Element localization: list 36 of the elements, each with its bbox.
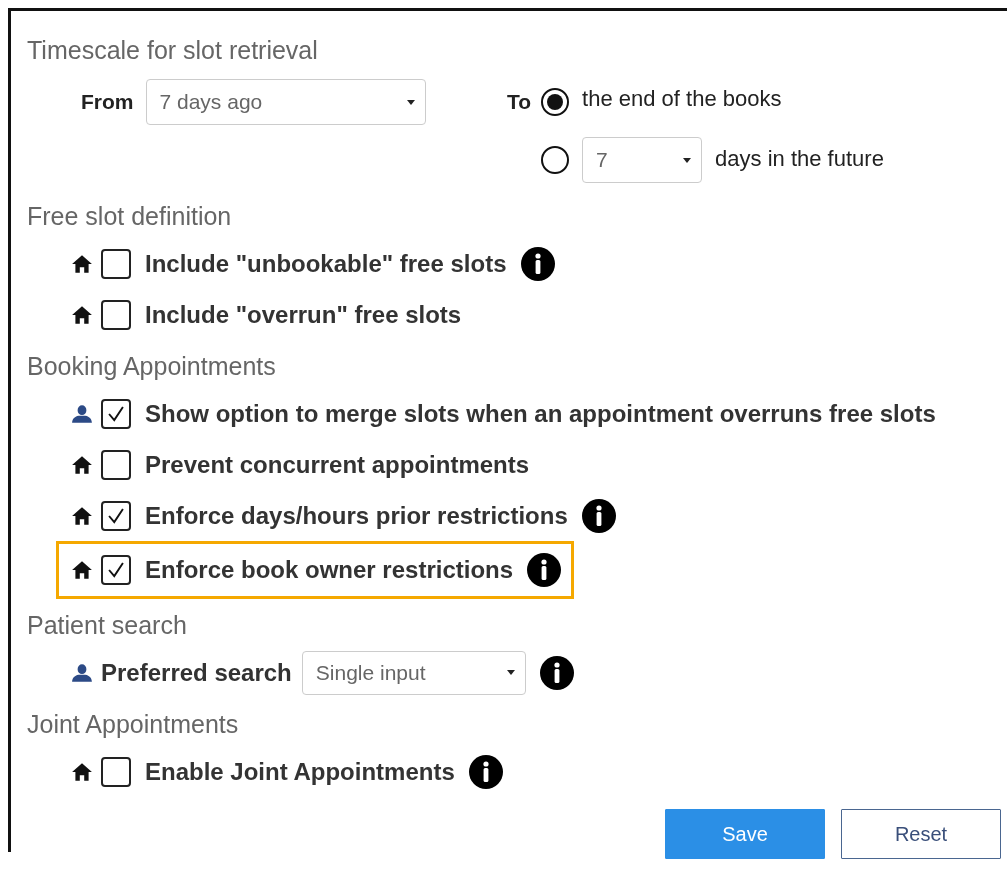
days-dropdown[interactable]: 7	[582, 137, 703, 183]
checkbox[interactable]	[101, 449, 131, 480]
option-label: Include "unbookable" free slots	[145, 249, 507, 278]
checkbox[interactable]	[101, 756, 131, 787]
info-icon[interactable]	[527, 553, 562, 587]
checkbox[interactable]	[101, 299, 131, 330]
from-label: From	[81, 90, 134, 114]
reset-button[interactable]: Reset	[841, 809, 1001, 859]
to-label: To	[507, 89, 532, 115]
info-icon[interactable]	[539, 655, 574, 690]
option-label: Enforce book owner restrictions	[145, 556, 514, 584]
section-heading: Patient search	[27, 610, 188, 641]
section-heading: Booking Appointments	[27, 351, 277, 382]
search-dropdown[interactable]: Single input	[301, 650, 526, 695]
option-label: Enforce days/hours prior restrictions	[145, 501, 568, 530]
radio-button[interactable]	[541, 88, 570, 116]
checkbox[interactable]	[101, 248, 131, 279]
option-label: Preferred search	[101, 658, 292, 687]
checkbox[interactable]	[101, 500, 131, 531]
dropdown-suffix: days in the future	[715, 145, 884, 172]
radio-button[interactable]	[541, 146, 570, 174]
checkbox[interactable]	[101, 398, 131, 429]
checkbox[interactable]	[101, 555, 131, 585]
radio-label: the end of the books	[582, 85, 782, 112]
info-icon[interactable]	[468, 754, 503, 789]
section-heading: Free slot definition	[27, 201, 233, 232]
option-label: Include "overrun" free slots	[145, 300, 462, 329]
option-label: Prevent concurrent appointments	[145, 450, 530, 479]
info-icon[interactable]	[581, 498, 616, 533]
section-heading: Timescale for slot retrieval	[27, 35, 319, 66]
from-dropdown[interactable]: 7 days ago	[145, 79, 426, 125]
option-label: Show option to merge slots when an appointment overruns free slots	[145, 399, 936, 428]
save-button[interactable]: Save	[665, 809, 825, 859]
option-label: Enable Joint Appointments	[145, 757, 455, 786]
section-heading: Joint Appointments	[27, 709, 240, 740]
info-icon[interactable]	[520, 246, 555, 281]
